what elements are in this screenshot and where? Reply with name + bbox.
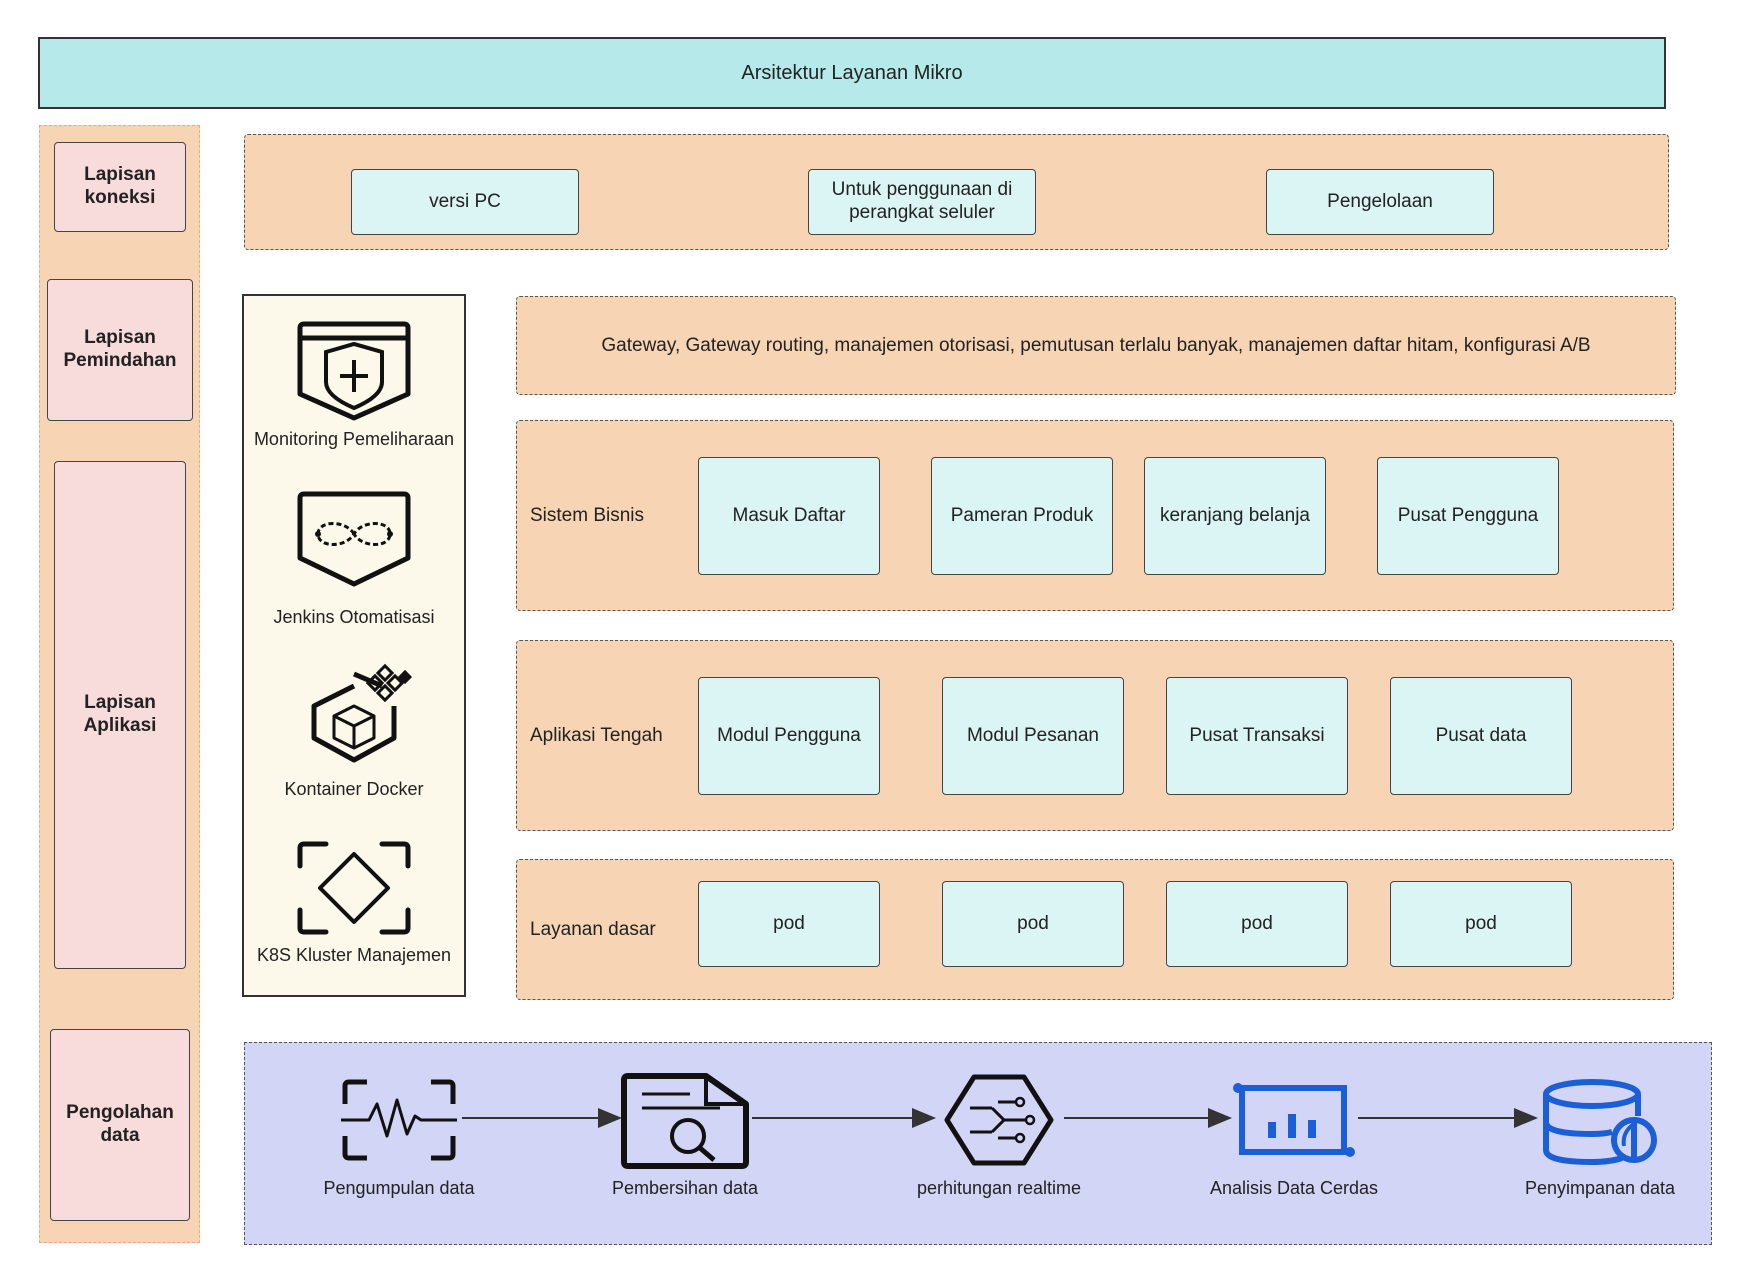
middle-app-item: Modul Pesanan: [942, 677, 1124, 795]
layer-label-connection: Lapisan koneksi: [54, 142, 186, 232]
docker-cube-icon: [311, 663, 413, 763]
database-icon: [1543, 1079, 1657, 1166]
pipeline-label: Pengumpulan data: [323, 1178, 475, 1198]
pulse-scan-icon: [341, 1079, 457, 1161]
infinity-loop-icon: [297, 491, 411, 587]
connection-item-management: Pengelolaan: [1266, 169, 1494, 235]
devops-item-k8s: K8S Kluster Manajemen: [244, 840, 464, 967]
devops-label: Monitoring Pemeliharaan: [253, 429, 455, 449]
connection-item-pc: versi PC: [351, 169, 579, 235]
devops-label: K8S Kluster Manajemen: [256, 945, 452, 965]
pod-item: pod: [942, 881, 1124, 967]
pipeline-label: Penyimpanan data: [1524, 1178, 1676, 1198]
devops-item-jenkins: Jenkins Otomatisasi: [244, 491, 464, 629]
business-item: Masuk Daftar: [698, 457, 880, 575]
pod-item: pod: [1390, 881, 1572, 967]
layer-label-data-processing: Pengolahan data: [50, 1029, 190, 1221]
pod-item: pod: [698, 881, 880, 967]
pod-item: pod: [1166, 881, 1348, 967]
business-item: Pusat Pengguna: [1377, 457, 1559, 575]
middle-app-item: Pusat data: [1390, 677, 1572, 795]
devops-panel: Monitoring Pemeliharaan Jenkins Otomatis…: [242, 294, 466, 997]
business-system-label: Sistem Bisnis: [530, 504, 645, 526]
middle-app-label: Aplikasi Tengah: [530, 724, 663, 746]
devops-item-docker: Kontainer Docker: [244, 663, 464, 801]
devops-label: Kontainer Docker: [284, 779, 424, 799]
document-search-icon: [621, 1073, 749, 1169]
layer-label-application: Lapisan Aplikasi: [54, 461, 186, 969]
base-service-label: Layanan dasar: [530, 918, 656, 940]
connection-item-mobile: Untuk penggunaan di perangkat seluler: [808, 169, 1036, 235]
shield-plus-icon: [297, 321, 411, 421]
business-item: keranjang belanja: [1144, 457, 1326, 575]
devops-item-monitoring: Monitoring Pemeliharaan: [244, 321, 464, 451]
k8s-diamond-icon: [297, 841, 411, 935]
middle-app-item: Modul Pengguna: [698, 677, 880, 795]
circuit-hexagon-icon: [944, 1074, 1054, 1166]
pipeline-label: Analisis Data Cerdas: [1209, 1178, 1379, 1198]
business-item: Pameran Produk: [931, 457, 1113, 575]
devops-label: Jenkins Otomatisasi: [273, 607, 435, 627]
gateway-layer-box: Gateway, Gateway routing, manajemen otor…: [516, 296, 1676, 395]
diagram-title: Arsitektur Layanan Mikro: [38, 37, 1666, 109]
middle-app-item: Pusat Transaksi: [1166, 677, 1348, 795]
pipeline-label: Pembersihan data: [611, 1178, 759, 1198]
pipeline-label: perhitungan realtime: [916, 1178, 1082, 1198]
layer-label-transfer: Lapisan Pemindahan: [47, 279, 193, 421]
bar-chart-icon: [1233, 1083, 1355, 1157]
